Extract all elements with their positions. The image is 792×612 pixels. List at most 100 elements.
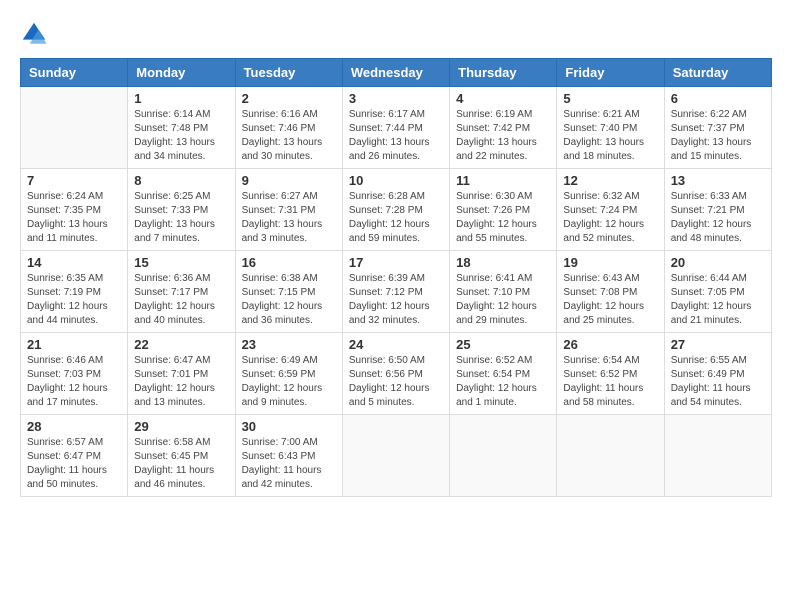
day-number: 26 xyxy=(563,337,657,352)
day-info: Sunrise: 6:52 AMSunset: 6:54 PMDaylight:… xyxy=(456,354,550,410)
calendar-cell: 25 Sunrise: 6:52 AMSunset: 6:54 PMDaylig… xyxy=(450,333,557,415)
calendar-cell: 27 Sunrise: 6:55 AMSunset: 6:49 PMDaylig… xyxy=(664,333,771,415)
calendar-cell: 3 Sunrise: 6:17 AMSunset: 7:44 PMDayligh… xyxy=(342,87,449,169)
day-info: Sunrise: 6:39 AMSunset: 7:12 PMDaylight:… xyxy=(349,272,443,328)
calendar-cell xyxy=(450,415,557,497)
calendar-cell: 7 Sunrise: 6:24 AMSunset: 7:35 PMDayligh… xyxy=(21,169,128,251)
calendar-cell: 16 Sunrise: 6:38 AMSunset: 7:15 PMDaylig… xyxy=(235,251,342,333)
day-info: Sunrise: 6:44 AMSunset: 7:05 PMDaylight:… xyxy=(671,272,765,328)
day-info: Sunrise: 6:55 AMSunset: 6:49 PMDaylight:… xyxy=(671,354,765,410)
calendar-cell: 13 Sunrise: 6:33 AMSunset: 7:21 PMDaylig… xyxy=(664,169,771,251)
day-number: 16 xyxy=(242,255,336,270)
day-number: 11 xyxy=(456,173,550,188)
calendar-cell: 9 Sunrise: 6:27 AMSunset: 7:31 PMDayligh… xyxy=(235,169,342,251)
day-number: 10 xyxy=(349,173,443,188)
calendar-week-row: 1 Sunrise: 6:14 AMSunset: 7:48 PMDayligh… xyxy=(21,87,772,169)
calendar-cell: 8 Sunrise: 6:25 AMSunset: 7:33 PMDayligh… xyxy=(128,169,235,251)
calendar-cell: 1 Sunrise: 6:14 AMSunset: 7:48 PMDayligh… xyxy=(128,87,235,169)
page-header xyxy=(20,20,772,48)
day-info: Sunrise: 6:58 AMSunset: 6:45 PMDaylight:… xyxy=(134,436,228,492)
calendar-cell xyxy=(664,415,771,497)
calendar-cell: 24 Sunrise: 6:50 AMSunset: 6:56 PMDaylig… xyxy=(342,333,449,415)
day-info: Sunrise: 6:49 AMSunset: 6:59 PMDaylight:… xyxy=(242,354,336,410)
calendar-header-row: SundayMondayTuesdayWednesdayThursdayFrid… xyxy=(21,59,772,87)
calendar-cell: 12 Sunrise: 6:32 AMSunset: 7:24 PMDaylig… xyxy=(557,169,664,251)
calendar-cell: 20 Sunrise: 6:44 AMSunset: 7:05 PMDaylig… xyxy=(664,251,771,333)
day-info: Sunrise: 6:30 AMSunset: 7:26 PMDaylight:… xyxy=(456,190,550,246)
calendar-cell: 4 Sunrise: 6:19 AMSunset: 7:42 PMDayligh… xyxy=(450,87,557,169)
day-info: Sunrise: 6:46 AMSunset: 7:03 PMDaylight:… xyxy=(27,354,121,410)
logo-icon xyxy=(20,20,48,48)
day-number: 18 xyxy=(456,255,550,270)
calendar-cell: 11 Sunrise: 6:30 AMSunset: 7:26 PMDaylig… xyxy=(450,169,557,251)
day-number: 13 xyxy=(671,173,765,188)
day-number: 29 xyxy=(134,419,228,434)
calendar-cell: 29 Sunrise: 6:58 AMSunset: 6:45 PMDaylig… xyxy=(128,415,235,497)
calendar-week-row: 7 Sunrise: 6:24 AMSunset: 7:35 PMDayligh… xyxy=(21,169,772,251)
day-header-friday: Friday xyxy=(557,59,664,87)
calendar-cell xyxy=(557,415,664,497)
calendar-cell: 18 Sunrise: 6:41 AMSunset: 7:10 PMDaylig… xyxy=(450,251,557,333)
day-number: 24 xyxy=(349,337,443,352)
day-info: Sunrise: 6:54 AMSunset: 6:52 PMDaylight:… xyxy=(563,354,657,410)
day-number: 12 xyxy=(563,173,657,188)
day-number: 4 xyxy=(456,91,550,106)
calendar-table: SundayMondayTuesdayWednesdayThursdayFrid… xyxy=(20,58,772,497)
calendar-cell: 14 Sunrise: 6:35 AMSunset: 7:19 PMDaylig… xyxy=(21,251,128,333)
day-number: 15 xyxy=(134,255,228,270)
calendar-week-row: 14 Sunrise: 6:35 AMSunset: 7:19 PMDaylig… xyxy=(21,251,772,333)
day-info: Sunrise: 6:47 AMSunset: 7:01 PMDaylight:… xyxy=(134,354,228,410)
day-number: 6 xyxy=(671,91,765,106)
day-info: Sunrise: 6:28 AMSunset: 7:28 PMDaylight:… xyxy=(349,190,443,246)
day-number: 28 xyxy=(27,419,121,434)
day-number: 3 xyxy=(349,91,443,106)
day-info: Sunrise: 7:00 AMSunset: 6:43 PMDaylight:… xyxy=(242,436,336,492)
day-header-thursday: Thursday xyxy=(450,59,557,87)
day-info: Sunrise: 6:27 AMSunset: 7:31 PMDaylight:… xyxy=(242,190,336,246)
calendar-cell xyxy=(21,87,128,169)
calendar-cell: 30 Sunrise: 7:00 AMSunset: 6:43 PMDaylig… xyxy=(235,415,342,497)
day-number: 22 xyxy=(134,337,228,352)
calendar-cell: 23 Sunrise: 6:49 AMSunset: 6:59 PMDaylig… xyxy=(235,333,342,415)
day-header-wednesday: Wednesday xyxy=(342,59,449,87)
day-number: 25 xyxy=(456,337,550,352)
calendar-cell: 5 Sunrise: 6:21 AMSunset: 7:40 PMDayligh… xyxy=(557,87,664,169)
day-number: 14 xyxy=(27,255,121,270)
day-number: 19 xyxy=(563,255,657,270)
day-info: Sunrise: 6:36 AMSunset: 7:17 PMDaylight:… xyxy=(134,272,228,328)
day-info: Sunrise: 6:50 AMSunset: 6:56 PMDaylight:… xyxy=(349,354,443,410)
day-number: 2 xyxy=(242,91,336,106)
day-info: Sunrise: 6:41 AMSunset: 7:10 PMDaylight:… xyxy=(456,272,550,328)
calendar-cell: 6 Sunrise: 6:22 AMSunset: 7:37 PMDayligh… xyxy=(664,87,771,169)
day-header-saturday: Saturday xyxy=(664,59,771,87)
calendar-cell: 21 Sunrise: 6:46 AMSunset: 7:03 PMDaylig… xyxy=(21,333,128,415)
day-info: Sunrise: 6:17 AMSunset: 7:44 PMDaylight:… xyxy=(349,108,443,164)
day-number: 8 xyxy=(134,173,228,188)
day-header-monday: Monday xyxy=(128,59,235,87)
day-header-sunday: Sunday xyxy=(21,59,128,87)
day-info: Sunrise: 6:43 AMSunset: 7:08 PMDaylight:… xyxy=(563,272,657,328)
calendar-cell: 26 Sunrise: 6:54 AMSunset: 6:52 PMDaylig… xyxy=(557,333,664,415)
calendar-cell: 28 Sunrise: 6:57 AMSunset: 6:47 PMDaylig… xyxy=(21,415,128,497)
day-info: Sunrise: 6:19 AMSunset: 7:42 PMDaylight:… xyxy=(456,108,550,164)
day-number: 23 xyxy=(242,337,336,352)
day-info: Sunrise: 6:32 AMSunset: 7:24 PMDaylight:… xyxy=(563,190,657,246)
calendar-cell: 2 Sunrise: 6:16 AMSunset: 7:46 PMDayligh… xyxy=(235,87,342,169)
day-info: Sunrise: 6:35 AMSunset: 7:19 PMDaylight:… xyxy=(27,272,121,328)
calendar-cell: 10 Sunrise: 6:28 AMSunset: 7:28 PMDaylig… xyxy=(342,169,449,251)
calendar-cell: 17 Sunrise: 6:39 AMSunset: 7:12 PMDaylig… xyxy=(342,251,449,333)
day-info: Sunrise: 6:14 AMSunset: 7:48 PMDaylight:… xyxy=(134,108,228,164)
day-info: Sunrise: 6:22 AMSunset: 7:37 PMDaylight:… xyxy=(671,108,765,164)
day-info: Sunrise: 6:57 AMSunset: 6:47 PMDaylight:… xyxy=(27,436,121,492)
calendar-cell: 22 Sunrise: 6:47 AMSunset: 7:01 PMDaylig… xyxy=(128,333,235,415)
day-number: 9 xyxy=(242,173,336,188)
calendar-week-row: 21 Sunrise: 6:46 AMSunset: 7:03 PMDaylig… xyxy=(21,333,772,415)
day-info: Sunrise: 6:24 AMSunset: 7:35 PMDaylight:… xyxy=(27,190,121,246)
day-number: 1 xyxy=(134,91,228,106)
calendar-cell: 19 Sunrise: 6:43 AMSunset: 7:08 PMDaylig… xyxy=(557,251,664,333)
day-number: 21 xyxy=(27,337,121,352)
day-info: Sunrise: 6:25 AMSunset: 7:33 PMDaylight:… xyxy=(134,190,228,246)
day-info: Sunrise: 6:33 AMSunset: 7:21 PMDaylight:… xyxy=(671,190,765,246)
day-number: 20 xyxy=(671,255,765,270)
day-number: 27 xyxy=(671,337,765,352)
